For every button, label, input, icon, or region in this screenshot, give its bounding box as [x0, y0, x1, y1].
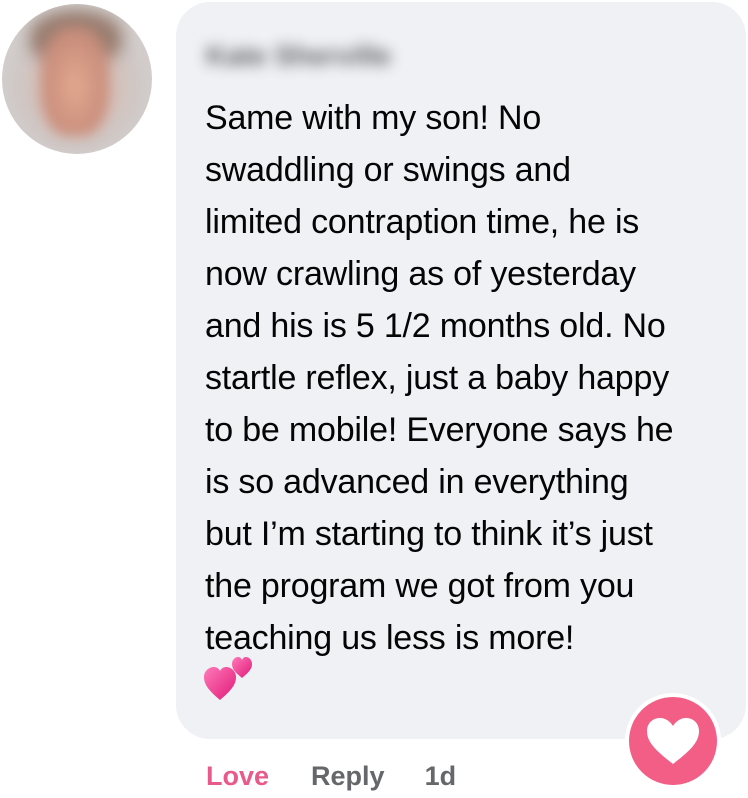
comment-text-line: teaching us less is more!: [205, 619, 575, 657]
comment-author-name[interactable]: Kate Sherville: [206, 40, 391, 72]
avatar[interactable]: [2, 4, 152, 154]
comment-text-line: to be mobile! Everyone says he: [205, 411, 674, 449]
comment-text-line: the program we got from you: [205, 567, 635, 605]
comment-text: Same with my son! No swaddling or swings…: [205, 92, 735, 664]
reply-button[interactable]: Reply: [311, 761, 385, 792]
heart-icon: [647, 718, 699, 764]
comment-bubble: Kate Sherville Same with my son! No swad…: [176, 2, 746, 739]
comment-text-line: swaddling or swings and: [205, 151, 571, 189]
comment-text-line: limited contraption time, he is: [205, 203, 640, 241]
comment-text-line: but I’m starting to think it’s just: [205, 515, 653, 553]
comment-text-line: Same with my son! No: [205, 99, 542, 137]
avatar-face: [40, 26, 110, 136]
love-reaction-button[interactable]: Love: [206, 761, 269, 792]
comment-actions: Love Reply 1d: [206, 757, 456, 795]
comment-text-line: and his is 5 1/2 months old. No: [205, 307, 666, 345]
comment-text-line: now crawling as of yesterday: [205, 255, 636, 293]
comment-text-line: startle reflex, just a baby happy: [205, 359, 669, 397]
comment-timestamp[interactable]: 1d: [425, 761, 457, 792]
two-hearts-icon: [204, 654, 254, 709]
comment-text-line: is so advanced in everything: [205, 463, 629, 501]
reaction-badge[interactable]: [625, 693, 721, 789]
